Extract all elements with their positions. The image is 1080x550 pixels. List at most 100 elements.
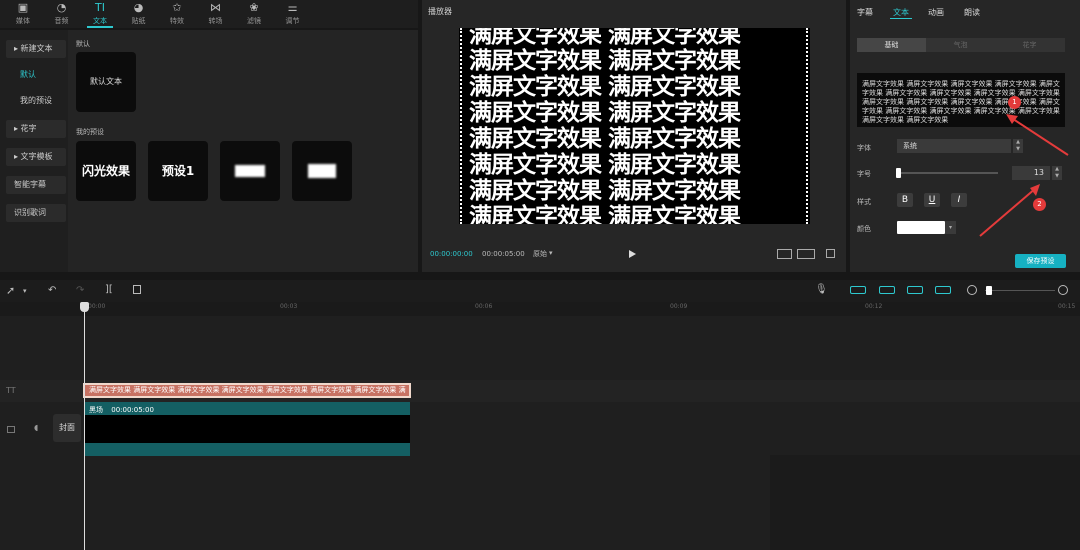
nav-recognize-lyrics[interactable]: 识别歌词 (6, 204, 66, 222)
text-clip[interactable]: 满屏文字效果 满屏文字效果 满屏文字效果 满屏文字效果 满屏文字效果 满屏文字效… (83, 383, 411, 398)
ruler-tick: 00:12 (865, 303, 883, 310)
toolbar-item-label: 媒体 (16, 17, 30, 25)
preset-thumbnail (308, 164, 336, 178)
cursor-select-icon[interactable]: ➚ (6, 285, 15, 297)
toolbar-item-label: 音频 (54, 17, 69, 25)
split-icon[interactable]: ][ (105, 284, 113, 296)
preset-card-3[interactable] (220, 141, 280, 201)
overlay-text-line: 满屏文字效果 满屏文字效果 (469, 48, 741, 74)
nav-huazi[interactable]: ▸ 花字 (6, 120, 66, 138)
annotation-arrow-1 (1009, 116, 1069, 156)
overlay-text-line: 满屏文字效果 满屏文字效果 (469, 100, 741, 126)
nav-new-text[interactable]: ▸ 新建文本 (6, 40, 66, 58)
toolbar-item-label: 贴纸 (131, 17, 146, 25)
text-track-icon: TT (6, 386, 16, 395)
arrowhead-icon (1030, 184, 1040, 196)
preset-card-1[interactable]: 预设1 (148, 141, 208, 201)
mute-track-icon[interactable]: ◖ (34, 423, 38, 432)
zoom-slider-handle[interactable] (986, 286, 992, 295)
lock-track-icon[interactable] (7, 426, 15, 433)
toolbar-item-1[interactable]: ◔ 音频 (43, 0, 81, 28)
timeline-toolbar: ➚ ▾ ↶ ↷ ][ 🎙 (0, 280, 1080, 302)
snap-main-track-icon[interactable] (850, 286, 866, 294)
linkage-icon[interactable] (907, 286, 923, 294)
text-category-sidebar: ▸ 新建文本 默认 我的预设 ▸ 花字 ▸ 文字模板 智能字幕 识别歌词 (0, 30, 68, 272)
ruler-tick: 00:15 (1058, 303, 1076, 310)
timeline-ruler[interactable]: 00:00 00:03 00:06 00:09 00:12 00:15 (0, 302, 1080, 317)
default-text-card[interactable]: 默认文本 (76, 52, 136, 112)
player-title: 播放器 (428, 7, 452, 16)
overlay-text-line: 满屏文字效果 满屏文字效果 (469, 178, 741, 204)
overlay-text-line: 满屏文字效果 满屏文字效果 (469, 74, 741, 100)
toolbar-item-3[interactable]: ◕ 贴纸 (120, 0, 158, 28)
microphone-icon[interactable]: 🎙 (815, 284, 828, 296)
annotation-arrows (979, 114, 1069, 237)
redo-icon[interactable]: ↷ (76, 285, 84, 297)
toolbar-item-6[interactable]: ❀ 滤镜 (235, 0, 273, 28)
zoom-slider-track[interactable] (985, 290, 1055, 291)
default-heading: 默认 (76, 40, 90, 48)
overlay-text-line: 满屏文字效果 满屏文字效果 (469, 152, 741, 178)
snapshot-icon[interactable] (777, 249, 792, 259)
nav-text-templates[interactable]: ▸ 文字模板 (6, 148, 66, 166)
toolbar-item-label: 转场 (208, 17, 223, 25)
original-ratio-icon[interactable] (797, 249, 815, 259)
toolbar-item-7[interactable]: ⚌ 调节 (274, 0, 312, 28)
toolbar-item-5[interactable]: ⋈ 转场 (197, 0, 235, 28)
toolbar-item-label: 滤镜 (247, 17, 261, 25)
transition-icon: ⋈ (210, 1, 221, 14)
playhead-handle[interactable] (80, 302, 89, 312)
preview-axis-icon[interactable] (935, 286, 951, 294)
effects-icon: ✩ (172, 1, 182, 14)
filter-icon: ❀ (249, 1, 259, 14)
ratio-label: 原始 (533, 250, 547, 258)
fullscreen-icon[interactable] (826, 249, 835, 258)
toolbar-item-2[interactable]: TI 文本 (81, 0, 119, 28)
zoom-out-icon[interactable] (967, 285, 977, 295)
preset-panel: 默认 默认文本 我的预设 闪光效果 预设1 (68, 30, 418, 272)
total-time: 00:00:05:00 (482, 250, 525, 258)
active-toolbar-underline (87, 26, 113, 28)
empty-track-area (770, 455, 1080, 550)
ratio-dropdown[interactable]: 原始 ▾ (533, 249, 553, 259)
nav-my-presets[interactable]: 我的预设 (0, 93, 68, 109)
chevron-down-icon: ▾ (549, 249, 553, 257)
overlay-text-line: 满屏文字效果 满屏文字效果 (469, 28, 741, 48)
playhead-line[interactable] (84, 302, 85, 550)
annotation-arrow-2 (979, 187, 1037, 237)
nav-default[interactable]: 默认 (0, 67, 68, 83)
overlay-text-line: 满屏文字效果 满屏文字效果 (469, 126, 741, 152)
media-icon: ▣ (17, 1, 29, 14)
nav-smart-captions[interactable]: 智能字幕 (6, 176, 66, 194)
ruler-tick: 00:00 (88, 303, 106, 310)
toolbar-item-label: 调节 (285, 17, 300, 25)
video-preview[interactable]: 满屏文字效果 满屏文字效果 满屏文字效果 满屏文字效果 满屏文字效果 满屏文字效… (459, 28, 810, 224)
clip-name: 黑场 (89, 406, 103, 414)
delete-icon[interactable] (133, 285, 141, 294)
preset-card-flash[interactable]: 闪光效果 (76, 141, 136, 201)
media-toolbar: ▣ 媒体 ◔ 音频 TI 文本 ◕ 贴纸 ✩ 特效 ⋈ 转场 ❀ 滤镜 ⚌ 调节 (0, 0, 418, 28)
play-icon[interactable] (629, 250, 636, 258)
ruler-tick: 00:06 (475, 303, 493, 310)
overlay-text-line: 满屏文字效果 满屏文字效果 (469, 204, 741, 224)
current-time: 00:00:00:00 (430, 250, 473, 258)
toolbar-item-label: 文本 (93, 17, 107, 25)
zoom-in-icon[interactable] (1058, 285, 1068, 295)
toolbar-item-0[interactable]: ▣ 媒体 (4, 0, 42, 28)
adjust-icon: ⚌ (287, 1, 298, 14)
cover-button[interactable]: 封面 (53, 414, 81, 442)
selection-border-left (460, 28, 462, 224)
sticker-icon: ◕ (133, 1, 144, 14)
auto-snap-icon[interactable] (879, 286, 895, 294)
undo-icon[interactable]: ↶ (48, 285, 56, 297)
audio-icon: ◔ (56, 1, 67, 14)
chevron-down-icon[interactable]: ▾ (23, 285, 27, 297)
clip-waveform-bar (85, 443, 410, 456)
clip-duration: 00:00:05:00 (111, 406, 154, 414)
arrowhead-icon (1006, 114, 1018, 124)
annotation-badge-2: 2 (1033, 198, 1046, 211)
annotation-badge-1: 1 (1008, 96, 1021, 109)
preset-card-4[interactable] (292, 141, 352, 201)
toolbar-item-4[interactable]: ✩ 特效 (158, 0, 196, 28)
clip-info: 黑场 00:00:05:00 (89, 405, 154, 415)
